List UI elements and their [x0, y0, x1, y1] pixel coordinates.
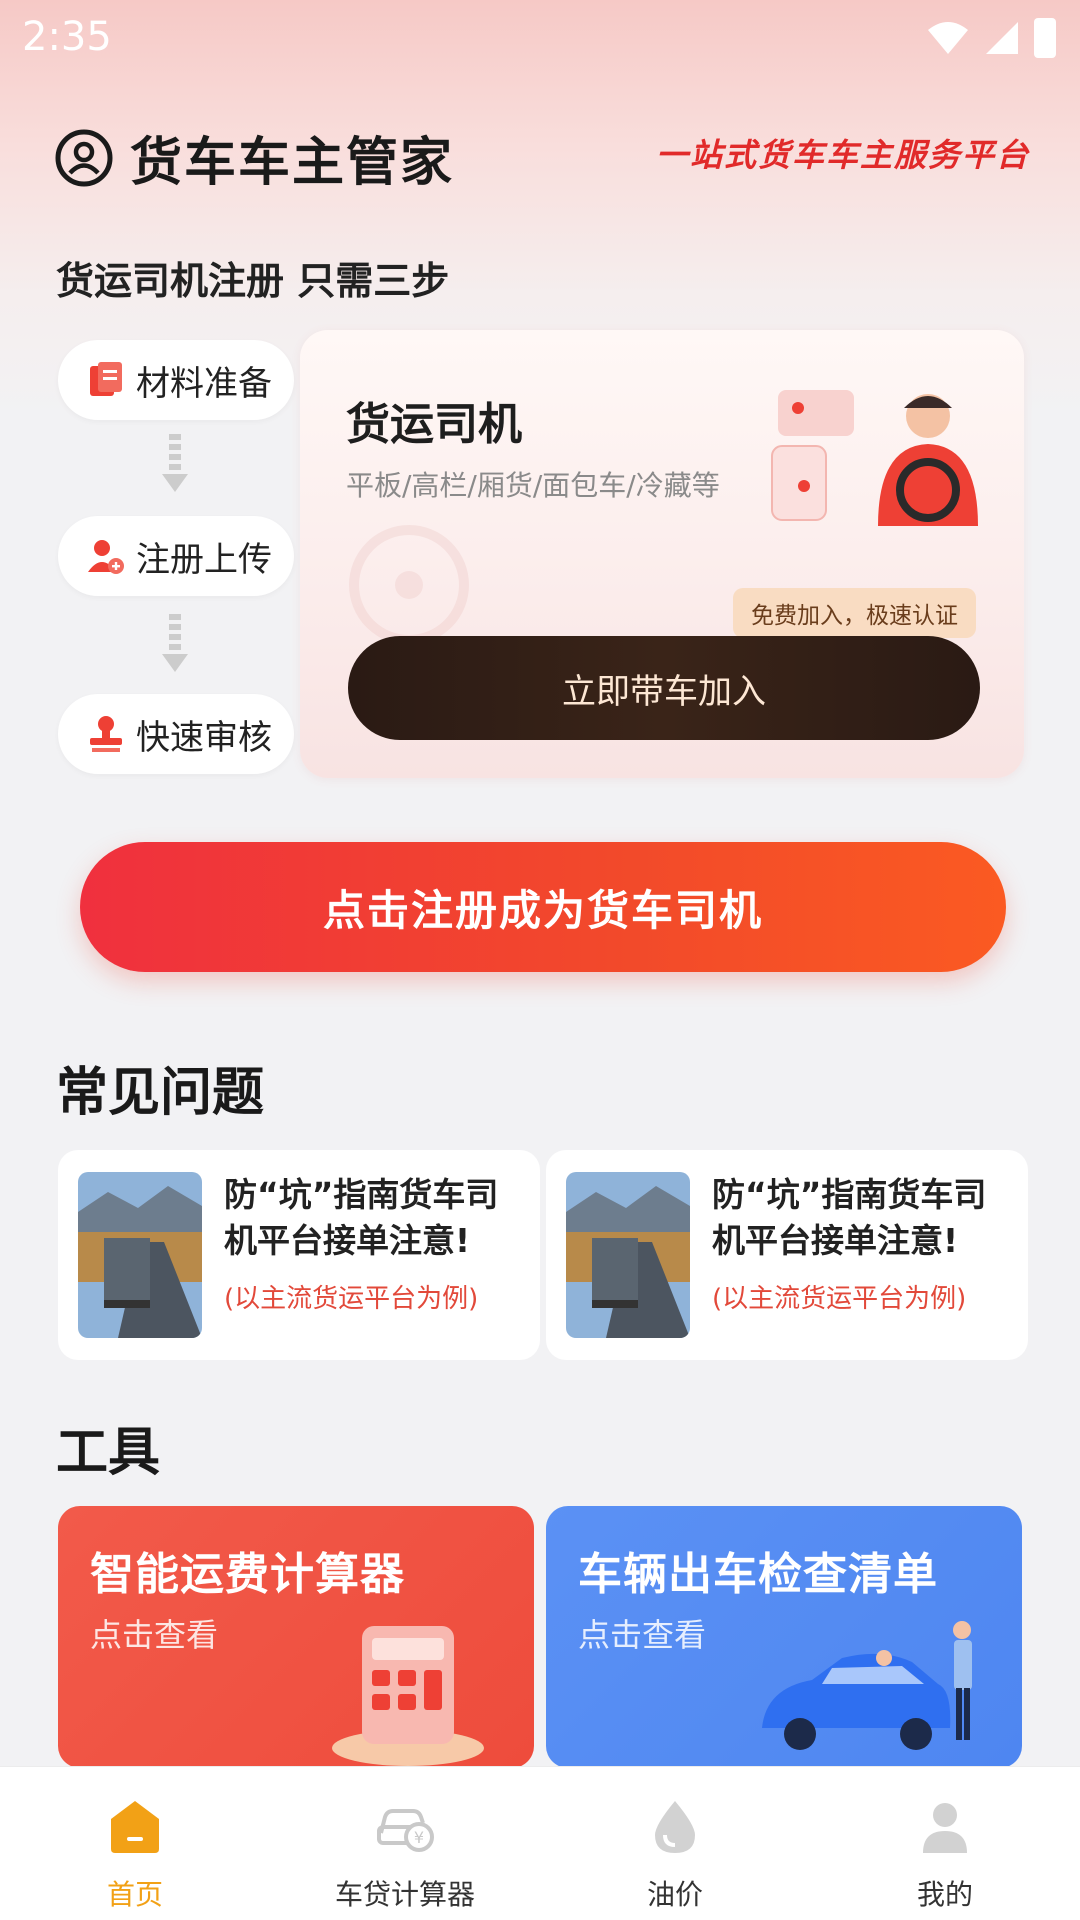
step-label: 材料准备 [136, 363, 272, 404]
card-title: 货运司机 [346, 399, 522, 450]
faq-card[interactable]: 防“坑”指南货车司机平台接单注意! (以主流货运平台为例) [58, 1150, 540, 1360]
driver-join-card[interactable]: 货运司机 平板/高栏/厢货/面包车/冷藏等 免费加入，极速认证 立即带车加入 [300, 330, 1024, 778]
app-header: 货车车主管家 [54, 120, 454, 195]
card-subtitle: 平板/高栏/厢货/面包车/冷藏等 [346, 469, 720, 502]
home-icon [111, 1801, 159, 1853]
faq-text: 防“坑”指南货车司机平台接单注意! (以主流货运平台为例) [712, 1172, 1008, 1338]
driver-illustration-icon [771, 390, 978, 526]
faq-title: 防“坑”指南货车司机平台接单注意! [224, 1175, 499, 1260]
step-prepare-materials: 材料准备 [58, 340, 294, 420]
arrow-down-icon [162, 434, 188, 492]
signal-icon [986, 22, 1018, 54]
tool-title: 智能运费计算器 [90, 1549, 405, 1600]
nav-label: 我的 [916, 1878, 973, 1911]
join-with-vehicle-button[interactable]: 立即带车加入 [348, 636, 980, 740]
stamp-icon [90, 716, 122, 752]
status-time: 2:35 [22, 14, 112, 60]
battery-icon [1034, 18, 1056, 58]
freight-calculator-card[interactable]: 智能运费计算器 点击查看 [58, 1506, 534, 1768]
truck-road-thumbnail [566, 1172, 690, 1338]
wifi-icon [928, 22, 968, 54]
step-label: 快速审核 [136, 717, 272, 758]
bottom-navigation: 首页 ¥ 车贷计算器 油价 我的 [0, 1766, 1080, 1920]
profile-icon [923, 1803, 967, 1853]
add-user-icon [88, 540, 124, 574]
app-title: 货车车主管家 [130, 133, 455, 193]
status-bar: 2:35 [0, 0, 1080, 80]
faq-section-title: 常见问题 [56, 1063, 265, 1123]
nav-item-profile[interactable]: 我的 [845, 1797, 1045, 1913]
car-inspection-icon [762, 1621, 972, 1750]
step-label: 注册上传 [136, 539, 272, 580]
step-register-upload: 注册上传 [58, 516, 294, 596]
free-join-badge: 免费加入，极速认证 [733, 588, 976, 643]
faq-text: 防“坑”指南货车司机平台接单注意! (以主流货运平台为例) [224, 1172, 520, 1338]
faq-note: (以主流货运平台为例) [224, 1284, 479, 1314]
oil-drop-icon [655, 1801, 695, 1853]
arrow-down-icon [162, 614, 188, 672]
faq-card[interactable]: 防“坑”指南货车司机平台接单注意! (以主流货运平台为例) [546, 1150, 1028, 1360]
status-icons [926, 18, 1056, 58]
tool-subtitle: 点击查看 [578, 1616, 707, 1654]
step-fast-review: 快速审核 [58, 694, 294, 774]
tools-section-title: 工具 [56, 1423, 161, 1483]
steering-wheel-icon [349, 525, 469, 645]
calculator-icon [332, 1626, 484, 1766]
svg-text:¥: ¥ [414, 1828, 424, 1847]
car-loan-icon: ¥ [377, 1809, 434, 1852]
nav-item-oil-price[interactable]: 油价 [575, 1797, 775, 1913]
truck-road-thumbnail [78, 1172, 202, 1338]
register-subtitle: 货运司机注册 只需三步 [56, 259, 450, 303]
vehicle-checklist-card[interactable]: 车辆出车检查清单 点击查看 [546, 1506, 1022, 1768]
nav-label: 车贷计算器 [334, 1878, 475, 1911]
tool-title: 车辆出车检查清单 [578, 1549, 938, 1600]
nav-label: 首页 [106, 1878, 163, 1911]
slogan: 一站式货车车主服务平台 [655, 136, 1030, 174]
nav-item-car-loan[interactable]: ¥ 车贷计算器 [305, 1797, 505, 1913]
nav-label: 油价 [646, 1878, 703, 1911]
faq-note: (以主流货运平台为例) [712, 1284, 967, 1314]
register-driver-button[interactable]: 点击注册成为货车司机 [80, 842, 1006, 972]
nav-item-home[interactable]: 首页 [35, 1797, 235, 1913]
tool-subtitle: 点击查看 [90, 1616, 219, 1654]
document-icon [90, 362, 122, 396]
faq-title: 防“坑”指南货车司机平台接单注意! [712, 1175, 987, 1260]
user-circle-icon[interactable] [54, 128, 114, 188]
